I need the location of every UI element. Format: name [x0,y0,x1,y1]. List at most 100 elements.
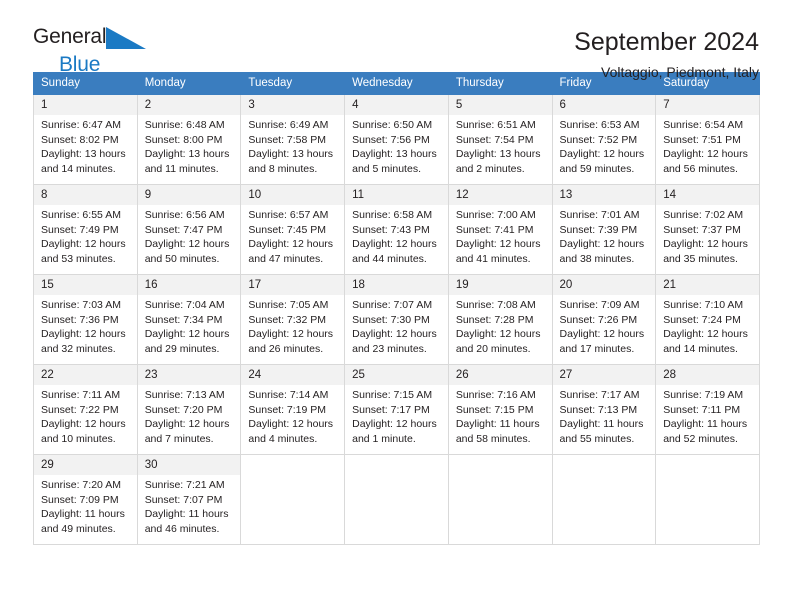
calendar-day-cell[interactable]: 15 Sunrise: 7:03 AM Sunset: 7:36 PM Dayligh… [33,274,138,365]
daylight-duration-line2: and 58 minutes. [455,432,531,445]
calendar-day-cell-empty [344,454,449,545]
daylight-duration-line2: and 4 minutes. [248,432,318,445]
daylight-duration-line1: Daylight: 11 hours [455,418,540,431]
calendar-day-cell[interactable]: 25 Sunrise: 7:15 AM Sunset: 7:17 PM Dayligh… [344,364,449,455]
daylight-duration-line1: Daylight: 12 hours [144,328,230,341]
sunset-time: Sunset: 7:47 PM [144,223,223,236]
daylight-duration-line2: and 35 minutes. [663,252,738,265]
day-cell-inner: 14 Sunrise: 7:02 AM Sunset: 7:37 PM Dayligh… [656,185,759,266]
daylight-duration-line1: Daylight: 11 hours [663,418,748,431]
day-sun-info: Sunrise: 7:15 AM Sunset: 7:17 PM Daylight:… [345,385,448,446]
calendar-day-cell[interactable]: 1 Sunrise: 6:47 AM Sunset: 8:02 PM Daylight… [33,94,138,185]
sunrise-time: Sunrise: 6:57 AM [248,209,329,221]
day-sun-info: Sunrise: 6:58 AM Sunset: 7:43 PM Daylight:… [345,205,448,266]
day-cell-inner: 26 Sunrise: 7:16 AM Sunset: 7:15 PM Dayligh… [448,365,552,446]
calendar-day-cell[interactable]: 7 Sunrise: 6:54 AM Sunset: 7:51 PM Daylight… [655,94,760,185]
daylight-duration-line2: and 52 minutes. [663,432,738,445]
calendar-day-cell[interactable]: 22 Sunrise: 7:11 AM Sunset: 7:22 PM Dayligh… [33,364,138,455]
calendar-day-cell[interactable]: 8 Sunrise: 6:55 AM Sunset: 7:49 PM Daylight… [33,184,138,275]
daylight-duration-line1: Daylight: 12 hours [144,238,230,251]
calendar-day-cell-empty [240,454,346,545]
daylight-duration-line1: Daylight: 11 hours [144,508,229,521]
calendar-table: Sunday Monday Tuesday Wednesday Thursday… [33,72,760,545]
day-sun-info: Sunrise: 7:02 AM Sunset: 7:37 PM Daylight:… [656,205,759,266]
day-cell-inner: 4 Sunrise: 6:50 AM Sunset: 7:56 PM Daylight… [345,95,448,176]
calendar-day-cell[interactable]: 5 Sunrise: 6:51 AM Sunset: 7:54 PM Daylight… [447,94,553,185]
day-sun-info: Sunrise: 6:47 AM Sunset: 8:02 PM Daylight:… [34,115,137,176]
day-number: 17 [241,275,345,295]
day-sun-info: Sunrise: 7:16 AM Sunset: 7:15 PM Daylight:… [449,385,552,446]
sunset-time: Sunset: 7:36 PM [41,313,119,326]
calendar-day-cell[interactable]: 6 Sunrise: 6:53 AM Sunset: 7:52 PM Daylight… [551,94,657,185]
calendar-day-cell[interactable]: 2 Sunrise: 6:48 AM Sunset: 8:00 PM Daylight… [136,94,242,185]
calendar-day-cell[interactable]: 24 Sunrise: 7:14 AM Sunset: 7:19 PM Dayligh… [240,364,346,455]
day-number: 14 [656,185,759,205]
day-number: 30 [137,455,241,475]
calendar-day-cell[interactable]: 10 Sunrise: 6:57 AM Sunset: 7:45 PM Dayligh… [240,184,346,275]
calendar-day-cell[interactable]: 14 Sunrise: 7:02 AM Sunset: 7:37 PM Dayligh… [655,184,760,275]
day-sun-info: Sunrise: 7:11 AM Sunset: 7:22 PM Daylight:… [34,385,137,446]
calendar-day-cell[interactable]: 29 Sunrise: 7:20 AM Sunset: 7:09 PM Dayligh… [33,454,138,545]
calendar-day-cell[interactable]: 26 Sunrise: 7:16 AM Sunset: 7:15 PM Dayligh… [447,364,553,455]
sunset-time: Sunset: 7:45 PM [248,223,327,236]
day-number: 2 [137,95,241,115]
daylight-duration-line1: Daylight: 12 hours [352,328,437,341]
sunrise-time: Sunrise: 6:47 AM [41,119,121,131]
sunrise-time: Sunrise: 7:21 AM [144,479,225,491]
calendar-day-cell[interactable]: 12 Sunrise: 7:00 AM Sunset: 7:41 PM Dayligh… [447,184,553,275]
daylight-duration-line2: and 14 minutes. [41,162,116,175]
daylight-duration-line1: Daylight: 12 hours [41,418,126,431]
day-cell-inner: 10 Sunrise: 6:57 AM Sunset: 7:45 PM Dayligh… [241,185,345,266]
calendar-day-cell[interactable]: 13 Sunrise: 7:01 AM Sunset: 7:39 PM Dayligh… [551,184,657,275]
calendar-week-row: 15 Sunrise: 7:03 AM Sunset: 7:36 PM Dayligh… [33,274,760,365]
sunrise-time: Sunrise: 7:04 AM [144,299,225,311]
sunset-time: Sunset: 7:49 PM [41,223,119,236]
day-cell-inner: 11 Sunrise: 6:58 AM Sunset: 7:43 PM Dayligh… [345,185,448,266]
daylight-duration-line2: and 14 minutes. [663,342,738,355]
sunset-time: Sunset: 7:07 PM [144,493,223,506]
sunset-time: Sunset: 7:41 PM [455,223,534,236]
sunrise-time: Sunrise: 7:11 AM [41,389,121,401]
daylight-duration-line1: Daylight: 12 hours [559,148,645,161]
brand-logo[interactable]: General Blue [33,26,147,76]
daylight-duration-line1: Daylight: 12 hours [352,418,437,431]
calendar-week-row: 22 Sunrise: 7:11 AM Sunset: 7:22 PM Dayligh… [33,364,760,455]
day-cell-inner: 22 Sunrise: 7:11 AM Sunset: 7:22 PM Dayligh… [34,365,137,446]
sunset-time: Sunset: 8:02 PM [41,133,119,146]
calendar-day-cell[interactable]: 21 Sunrise: 7:10 AM Sunset: 7:24 PM Dayligh… [655,274,760,365]
calendar-day-cell[interactable]: 30 Sunrise: 7:21 AM Sunset: 7:07 PM Dayligh… [136,454,242,545]
calendar-day-cell[interactable]: 20 Sunrise: 7:09 AM Sunset: 7:26 PM Dayligh… [551,274,657,365]
day-number: 13 [552,185,656,205]
daylight-duration-line2: and 38 minutes. [559,252,635,265]
daylight-duration-line1: Daylight: 12 hours [352,238,437,251]
calendar-day-cell[interactable]: 11 Sunrise: 6:58 AM Sunset: 7:43 PM Dayligh… [344,184,449,275]
sunrise-time: Sunrise: 6:56 AM [144,209,225,221]
calendar-day-cell[interactable]: 19 Sunrise: 7:08 AM Sunset: 7:28 PM Dayligh… [447,274,553,365]
calendar-day-cell[interactable]: 18 Sunrise: 7:07 AM Sunset: 7:30 PM Dayligh… [344,274,449,365]
calendar-day-cell[interactable]: 27 Sunrise: 7:17 AM Sunset: 7:13 PM Dayligh… [551,364,657,455]
day-number: 21 [656,275,759,295]
calendar-day-cell[interactable]: 4 Sunrise: 6:50 AM Sunset: 7:56 PM Daylight… [344,94,449,185]
calendar-day-cell[interactable]: 17 Sunrise: 7:05 AM Sunset: 7:32 PM Dayligh… [240,274,346,365]
daylight-duration-line1: Daylight: 12 hours [41,238,126,251]
daylight-duration-line2: and 26 minutes. [248,342,324,355]
day-number: 18 [345,275,448,295]
day-sun-info: Sunrise: 7:05 AM Sunset: 7:32 PM Daylight:… [241,295,344,356]
calendar-day-cell[interactable]: 23 Sunrise: 7:13 AM Sunset: 7:20 PM Dayligh… [136,364,242,455]
sunset-time: Sunset: 7:17 PM [352,403,430,416]
day-sun-info: Sunrise: 6:57 AM Sunset: 7:45 PM Daylight:… [241,205,344,266]
calendar-day-cell[interactable]: 3 Sunrise: 6:49 AM Sunset: 7:58 PM Daylight… [240,94,346,185]
sunrise-time: Sunrise: 7:02 AM [663,209,744,221]
day-number: 23 [137,365,241,385]
calendar-day-cell[interactable]: 9 Sunrise: 6:56 AM Sunset: 7:47 PM Daylight… [136,184,242,275]
calendar-day-cell[interactable]: 16 Sunrise: 7:04 AM Sunset: 7:34 PM Dayligh… [136,274,242,365]
calendar-day-cell[interactable]: 28 Sunrise: 7:19 AM Sunset: 7:11 PM Dayligh… [655,364,760,455]
sunrise-time: Sunrise: 7:16 AM [455,389,536,401]
daylight-duration-line2: and 5 minutes. [352,162,421,175]
sunset-time: Sunset: 7:22 PM [41,403,119,416]
calendar-week-row: 1 Sunrise: 6:47 AM Sunset: 8:02 PM Daylight… [33,94,760,185]
day-cell-inner: 13 Sunrise: 7:01 AM Sunset: 7:39 PM Dayligh… [552,185,656,266]
day-number: 8 [34,185,137,205]
day-sun-info: Sunrise: 7:21 AM Sunset: 7:07 PM Daylight:… [138,475,241,536]
daylight-duration-line2: and 7 minutes. [144,432,214,445]
